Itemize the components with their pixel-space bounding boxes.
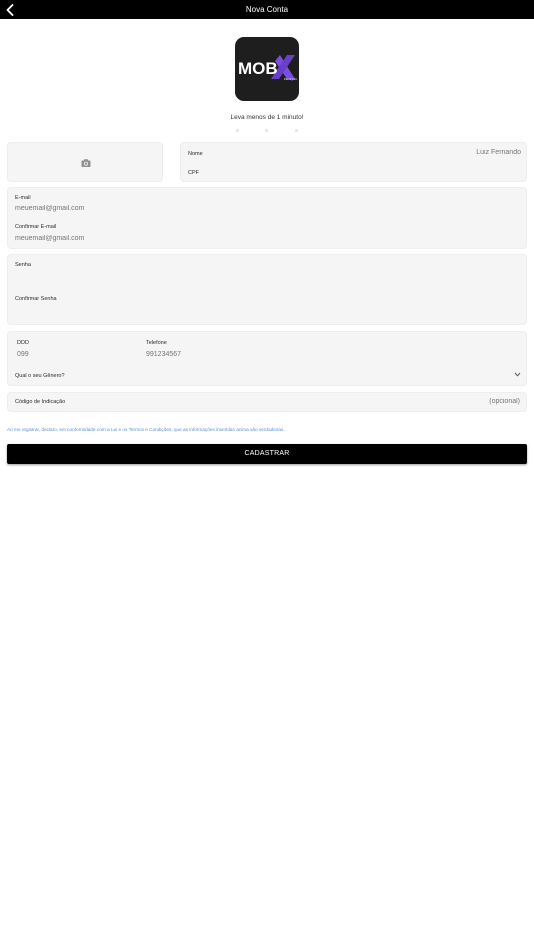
cpf-label: CPF — [188, 170, 199, 176]
confirm-password-label: Confirmar Senha — [15, 296, 57, 302]
password-card: Senha Confirmar Senha — [7, 254, 527, 325]
confirm-password-input[interactable] — [15, 307, 515, 314]
step-indicator — [0, 129, 534, 133]
email-label: E-mail — [15, 195, 31, 201]
page-title: Nova Conta — [245, 5, 289, 14]
phone-card: DDD Telefone Qual o seu Gênero? — [7, 331, 527, 386]
app-logo: MOB Passageiro — [235, 37, 299, 101]
terms-text[interactable]: Ao me registrar, declaro, em conformidad… — [7, 427, 285, 432]
phone-label: Telefone — [146, 340, 167, 346]
confirm-email-input[interactable] — [15, 235, 515, 242]
submit-button[interactable]: CADASTRAR — [7, 444, 527, 464]
logo-tagline: Passageiro — [284, 77, 298, 81]
password-label: Senha — [15, 262, 31, 268]
referral-input[interactable] — [208, 398, 520, 405]
email-input[interactable] — [15, 205, 515, 212]
confirm-email-label: Confirmar E-mail — [15, 224, 57, 230]
photo-upload-card[interactable] — [7, 142, 163, 182]
step-dot — [295, 129, 298, 132]
subtitle: Leva menos de 1 minuto! — [230, 114, 304, 121]
identity-card: Nome CPF — [180, 142, 527, 182]
referral-label: Código de Indicação — [15, 399, 66, 405]
logo-text: MOB — [238, 59, 278, 78]
name-input[interactable] — [331, 149, 521, 156]
camera-icon[interactable] — [81, 158, 91, 168]
referral-card: Código de Indicação — [7, 392, 527, 412]
step-dot — [236, 129, 239, 132]
chevron-down-icon[interactable] — [514, 372, 521, 377]
email-card: E-mail Confirmar E-mail — [7, 187, 527, 249]
gender-select[interactable]: Qual o seu Gênero? — [15, 373, 65, 379]
step-dot — [265, 129, 268, 132]
mobx-logo-graphic: MOB Passageiro — [238, 55, 298, 81]
phone-input[interactable] — [146, 351, 506, 358]
top-bar: Nova Conta — [0, 0, 534, 19]
name-label: Nome — [188, 151, 203, 157]
ddd-label: DDD — [17, 340, 29, 346]
password-input[interactable] — [15, 272, 515, 279]
cpf-input[interactable] — [231, 168, 521, 175]
ddd-input[interactable] — [17, 351, 127, 358]
